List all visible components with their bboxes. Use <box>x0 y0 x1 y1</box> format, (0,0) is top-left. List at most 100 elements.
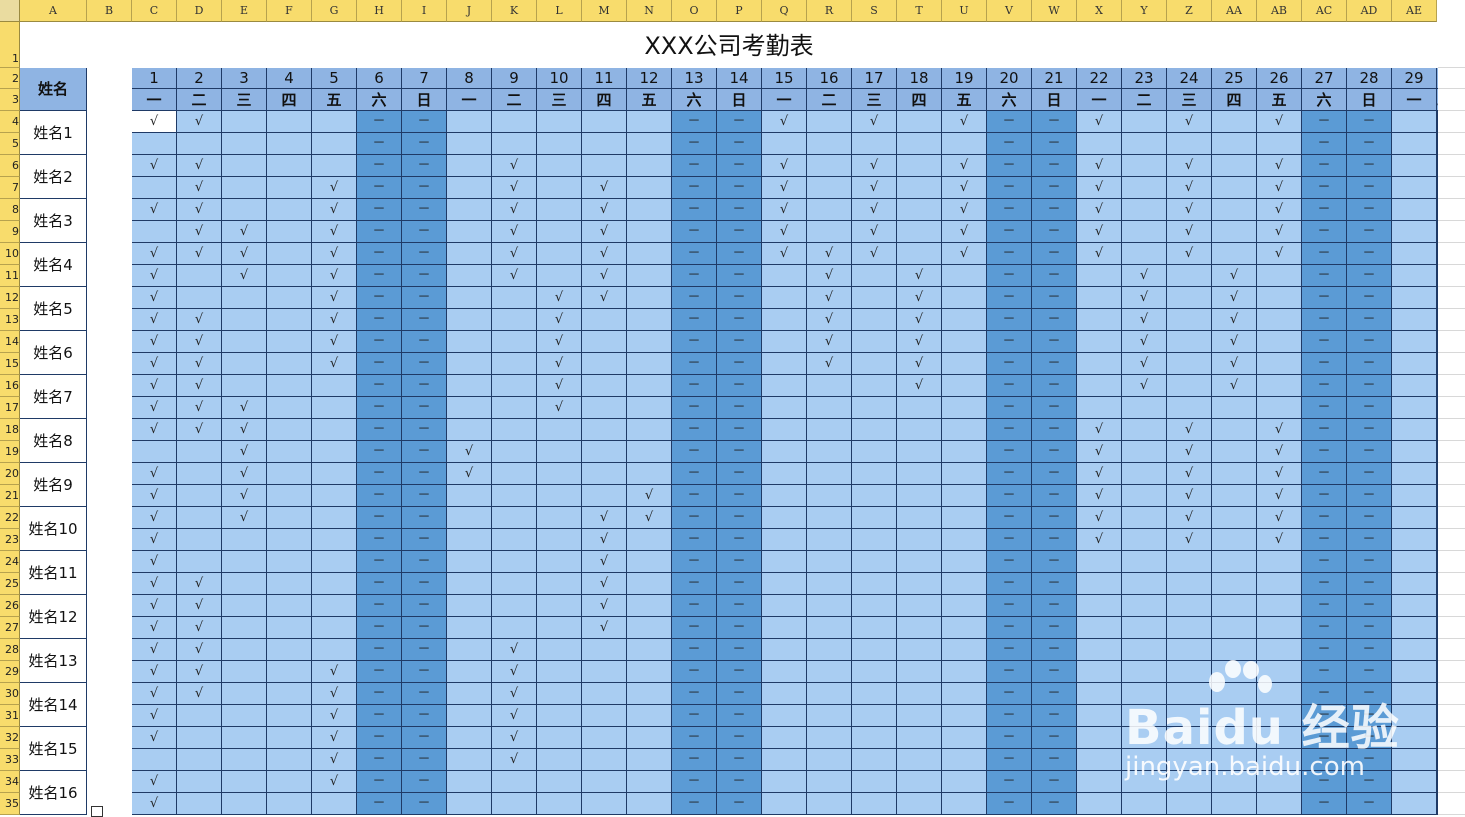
attendance-cell[interactable] <box>1212 749 1257 771</box>
attendance-cell[interactable] <box>222 133 267 155</box>
attendance-cell[interactable] <box>1392 463 1437 485</box>
attendance-cell[interactable] <box>1167 287 1212 309</box>
attendance-cell[interactable] <box>942 727 987 749</box>
attendance-cell[interactable] <box>1077 353 1122 375</box>
attendance-cell[interactable] <box>132 221 177 243</box>
attendance-cell[interactable]: √ <box>132 639 177 661</box>
attendance-cell[interactable]: √ <box>1257 529 1302 551</box>
attendance-cell[interactable]: √ <box>132 331 177 353</box>
attendance-cell[interactable]: √ <box>762 243 807 265</box>
column-header-h[interactable]: H <box>357 0 402 22</box>
attendance-cell[interactable] <box>807 155 852 177</box>
day-number-27[interactable]: 27 <box>1302 68 1347 89</box>
attendance-cell[interactable] <box>582 375 627 397</box>
column-header-d[interactable]: D <box>177 0 222 22</box>
attendance-cell[interactable]: － <box>357 243 402 265</box>
attendance-cell[interactable] <box>1077 573 1122 595</box>
attendance-cell[interactable]: － <box>987 551 1032 573</box>
attendance-cell[interactable]: － <box>1032 595 1077 617</box>
column-header-ab[interactable]: AB <box>1257 0 1302 22</box>
attendance-cell[interactable] <box>582 441 627 463</box>
attendance-cell[interactable] <box>762 551 807 573</box>
attendance-cell[interactable] <box>1257 265 1302 287</box>
attendance-cell[interactable]: － <box>987 463 1032 485</box>
attendance-cell[interactable] <box>807 551 852 573</box>
attendance-cell[interactable] <box>1257 793 1302 815</box>
attendance-cell[interactable] <box>537 221 582 243</box>
attendance-cell[interactable]: － <box>357 309 402 331</box>
attendance-cell[interactable] <box>807 749 852 771</box>
attendance-cell[interactable] <box>942 331 987 353</box>
attendance-cell[interactable]: － <box>1347 683 1392 705</box>
attendance-cell[interactable] <box>537 683 582 705</box>
column-header-t[interactable]: T <box>897 0 942 22</box>
attendance-cell[interactable]: √ <box>312 353 357 375</box>
attendance-cell[interactable]: √ <box>582 529 627 551</box>
attendance-cell[interactable] <box>762 419 807 441</box>
attendance-cell[interactable] <box>492 441 537 463</box>
attendance-cell[interactable] <box>942 617 987 639</box>
attendance-cell[interactable] <box>537 155 582 177</box>
attendance-cell[interactable] <box>942 661 987 683</box>
attendance-cell[interactable]: － <box>402 111 447 133</box>
attendance-cell[interactable] <box>807 177 852 199</box>
attendance-cell[interactable] <box>267 375 312 397</box>
attendance-cell[interactable]: √ <box>177 661 222 683</box>
attendance-cell[interactable]: － <box>357 221 402 243</box>
row-header-2[interactable]: 2 <box>0 68 20 89</box>
attendance-cell[interactable]: √ <box>222 265 267 287</box>
attendance-cell[interactable]: － <box>672 749 717 771</box>
attendance-cell[interactable] <box>852 441 897 463</box>
column-header-m[interactable]: M <box>582 0 627 22</box>
attendance-cell[interactable] <box>1212 463 1257 485</box>
attendance-cell[interactable]: √ <box>312 705 357 727</box>
attendance-cell[interactable] <box>1212 177 1257 199</box>
attendance-cell[interactable] <box>537 419 582 441</box>
attendance-cell[interactable]: － <box>402 595 447 617</box>
attendance-cell[interactable] <box>492 133 537 155</box>
attendance-cell[interactable] <box>1257 551 1302 573</box>
attendance-cell[interactable] <box>177 705 222 727</box>
attendance-cell[interactable]: － <box>672 507 717 529</box>
attendance-cell[interactable]: － <box>1302 529 1347 551</box>
attendance-cell[interactable] <box>267 705 312 727</box>
attendance-cell[interactable] <box>627 265 672 287</box>
attendance-cell[interactable] <box>312 133 357 155</box>
attendance-cell[interactable]: √ <box>1257 155 1302 177</box>
attendance-cell[interactable]: √ <box>1077 155 1122 177</box>
attendance-cell[interactable] <box>762 287 807 309</box>
attendance-cell[interactable]: √ <box>1077 199 1122 221</box>
attendance-cell[interactable]: √ <box>897 265 942 287</box>
attendance-cell[interactable] <box>1392 133 1437 155</box>
attendance-cell[interactable] <box>942 133 987 155</box>
attendance-cell[interactable]: √ <box>312 661 357 683</box>
attendance-cell[interactable]: － <box>357 595 402 617</box>
attendance-cell[interactable] <box>1167 639 1212 661</box>
employee-name[interactable]: 姓名16 <box>20 771 87 815</box>
attendance-cell[interactable]: √ <box>177 111 222 133</box>
employee-name[interactable]: 姓名4 <box>20 243 87 287</box>
row-header-5[interactable]: 5 <box>0 133 20 155</box>
attendance-cell[interactable]: － <box>987 573 1032 595</box>
attendance-cell[interactable] <box>1212 661 1257 683</box>
attendance-cell[interactable]: √ <box>1167 155 1212 177</box>
attendance-cell[interactable] <box>807 595 852 617</box>
attendance-cell[interactable] <box>1167 573 1212 595</box>
attendance-cell[interactable] <box>1392 573 1437 595</box>
attendance-cell[interactable]: － <box>1347 749 1392 771</box>
row-header-32[interactable]: 32 <box>0 727 20 749</box>
column-header-r[interactable]: R <box>807 0 852 22</box>
attendance-cell[interactable]: － <box>1302 419 1347 441</box>
attendance-cell[interactable] <box>1257 287 1302 309</box>
attendance-cell[interactable] <box>222 705 267 727</box>
attendance-cell[interactable]: － <box>357 793 402 815</box>
column-header-g[interactable]: G <box>312 0 357 22</box>
attendance-cell[interactable] <box>627 595 672 617</box>
attendance-cell[interactable]: － <box>1032 287 1077 309</box>
attendance-cell[interactable]: √ <box>1077 177 1122 199</box>
day-number-20[interactable]: 20 <box>987 68 1032 89</box>
attendance-cell[interactable] <box>1077 309 1122 331</box>
weekday-21[interactable]: 日 <box>1032 89 1077 111</box>
attendance-cell[interactable] <box>1122 177 1167 199</box>
attendance-cell[interactable] <box>1392 705 1437 727</box>
